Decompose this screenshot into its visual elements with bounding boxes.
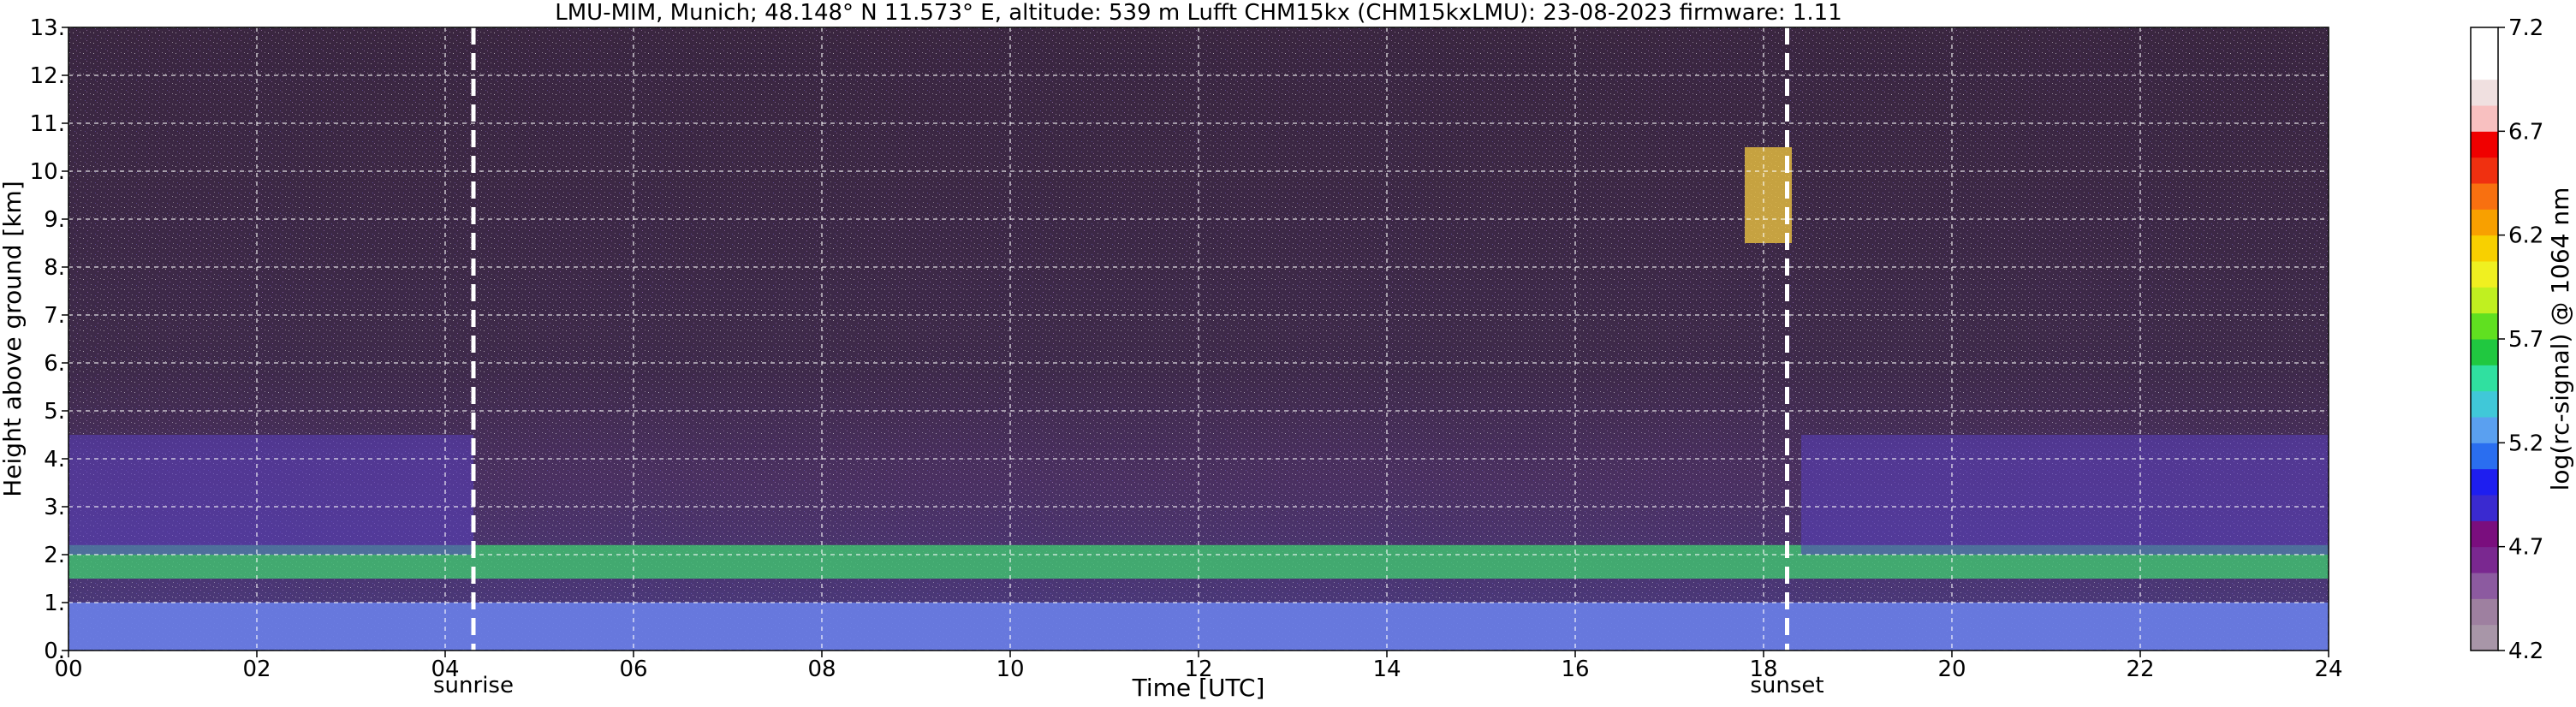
- colorbar-cell: [2471, 209, 2498, 236]
- x-tick-label: 10: [996, 656, 1024, 682]
- colorbar-cell: [2471, 443, 2498, 470]
- colorbar-tick-label: 7.2: [2508, 15, 2543, 41]
- colorbar-cell: [2471, 495, 2498, 521]
- colorbar-cell: [2471, 235, 2498, 262]
- colorbar-ticks: 4.2 4.7 5.2 5.7 6.2 6.7 7.2: [2498, 15, 2543, 664]
- colorbar-cell: [2471, 365, 2498, 392]
- x-tick-label: 08: [807, 656, 836, 682]
- colorbar-cell: [2471, 520, 2498, 548]
- x-tick-label: 20: [1937, 656, 1966, 682]
- colorbar-cell: [2471, 546, 2498, 573]
- colorbar-tick-label: 6.7: [2508, 119, 2543, 145]
- colorbar-tick-label: 6.2: [2508, 223, 2543, 249]
- colorbar-label: log(rc-signal) @ 1064 nm: [2546, 187, 2574, 491]
- colorbar-tick-label: 5.7: [2508, 327, 2543, 353]
- y-tick-label: 13.: [30, 15, 65, 41]
- y-axis-ticks: 0. 1. 2. 3. 4. 5. 6. 7. 8. 9. 10. 11. 12. 13.: [30, 15, 68, 664]
- colorbar-cell: [2471, 105, 2498, 132]
- y-tick-label: 9.: [44, 207, 65, 233]
- colorbar-cell: [2471, 598, 2498, 626]
- y-tick-label: 8.: [44, 255, 65, 281]
- chart-title: LMU-MIM, Munich; 48.148° N 11.573° E, al…: [555, 0, 1841, 26]
- y-tick-label: 2.: [44, 543, 65, 568]
- colorbar-tick-label: 4.7: [2508, 535, 2543, 561]
- plot-area: [68, 27, 2329, 651]
- x-axis-label: Time [UTC]: [1132, 674, 1265, 702]
- colorbar-cell: [2471, 573, 2498, 599]
- signal-band: [1801, 435, 2329, 555]
- y-tick-label: 5.: [44, 399, 65, 425]
- x-tick-label: 24: [2314, 656, 2342, 682]
- colorbar-cell: [2471, 27, 2498, 54]
- y-tick-label: 10.: [30, 159, 65, 185]
- colorbar-cell: [2471, 131, 2498, 158]
- x-tick-label: 06: [619, 656, 647, 682]
- x-tick-label: 22: [2126, 656, 2154, 682]
- colorbar-cell: [2471, 183, 2498, 210]
- x-tick-label: 14: [1372, 656, 1401, 682]
- colorbar-cell: [2471, 468, 2498, 496]
- y-axis-label: Height above ground [km]: [0, 181, 27, 497]
- signal-band: [68, 435, 473, 555]
- y-tick-label: 1.: [44, 591, 65, 616]
- colorbar-cell: [2471, 53, 2498, 80]
- y-tick-label: 6.: [44, 351, 65, 377]
- x-tick-label: 16: [1561, 656, 1589, 682]
- colorbar-cell: [2471, 390, 2498, 418]
- sunrise-label: sunrise: [433, 673, 514, 698]
- colorbar-tick-label: 5.2: [2508, 431, 2543, 456]
- colorbar-tick-label: 4.2: [2508, 639, 2543, 664]
- colorbar-cell: [2471, 624, 2498, 651]
- colorbar-cell: [2471, 417, 2498, 443]
- ceilometer-figure: 00 02 04 06 08 10 12 14 16 18 20 22 24 0.1.2.3.4.5.6…: [0, 0, 2574, 702]
- colorbar-cell: [2471, 261, 2498, 288]
- y-tick-label: 3.: [44, 495, 65, 520]
- colorbar-cell: [2471, 79, 2498, 106]
- colorbar-cell: [2471, 312, 2498, 340]
- colorbar-cell: [2471, 339, 2498, 365]
- sunset-label: sunset: [1750, 673, 1823, 698]
- colorbar-cell: [2471, 287, 2498, 314]
- x-tick-label: 02: [242, 656, 271, 682]
- colorbar-cells: [2471, 27, 2498, 651]
- y-tick-label: 11.: [30, 111, 65, 137]
- y-tick-label: 7.: [44, 303, 65, 329]
- signal-band: [1745, 147, 1792, 243]
- y-tick-label: 4.: [44, 447, 65, 472]
- colorbar: 4.2 4.7 5.2 5.7 6.2 6.7 7.2 log(rc-signal) @ 1…: [2470, 15, 2574, 664]
- colorbar-cell: [2471, 157, 2498, 184]
- y-tick-label: 0.: [44, 639, 65, 664]
- y-tick-label: 12.: [30, 63, 65, 89]
